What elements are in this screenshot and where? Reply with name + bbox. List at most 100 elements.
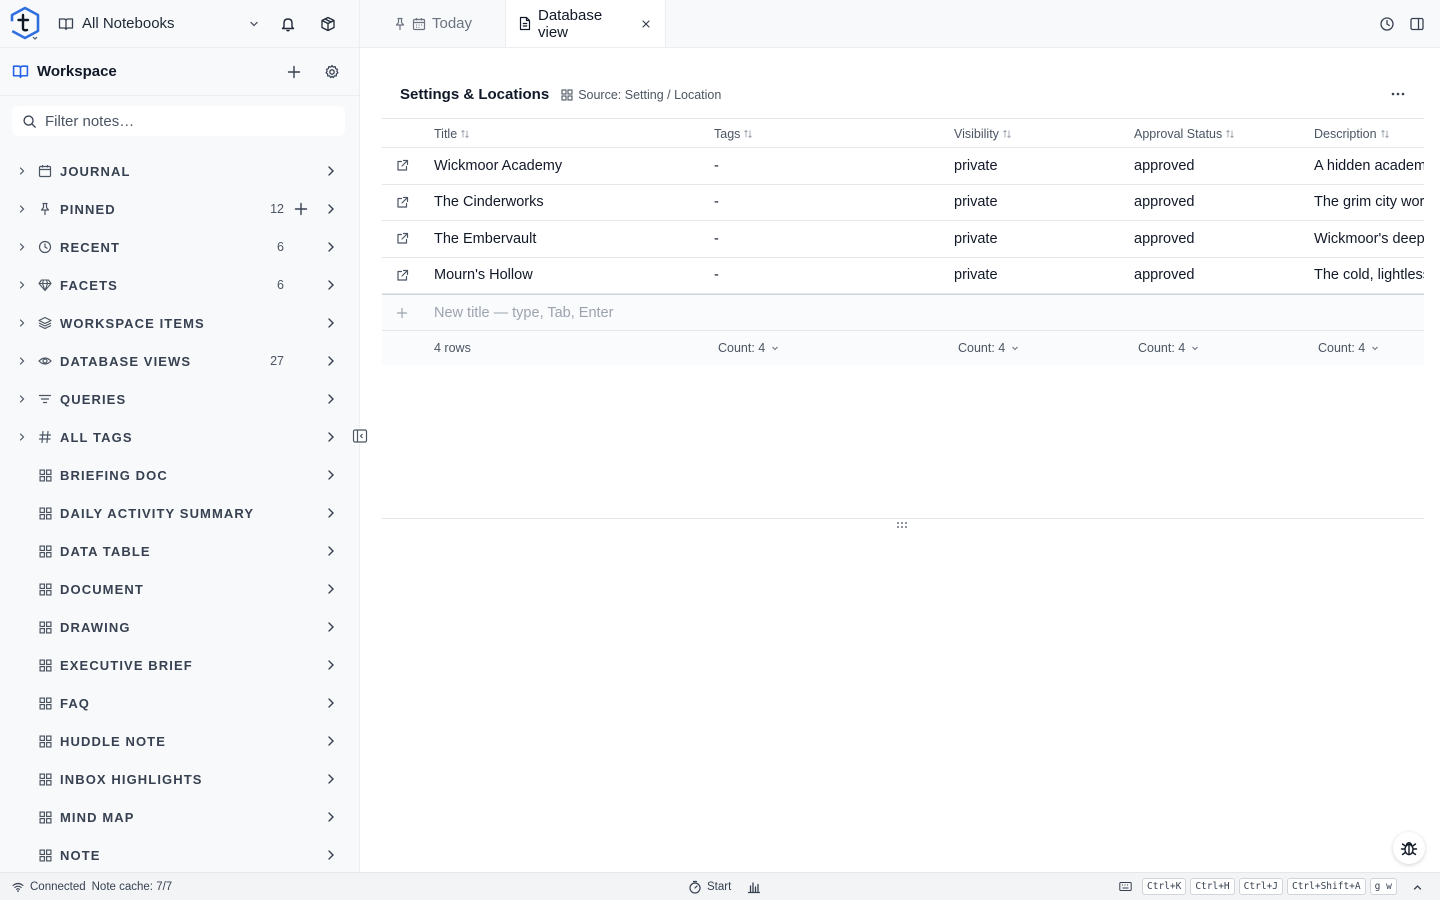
chevron-right-icon[interactable] <box>324 316 338 330</box>
chevron-right-icon[interactable] <box>16 317 28 329</box>
filter-notes-input[interactable] <box>45 112 335 130</box>
new-title-input[interactable] <box>434 305 734 321</box>
sidebar-section-all-tags[interactable]: ALL TAGS <box>0 418 359 456</box>
chevron-right-icon[interactable] <box>16 241 28 253</box>
shortcut-hint[interactable]: Ctrl+Shift+A <box>1286 878 1366 895</box>
chevron-right-icon[interactable] <box>16 393 28 405</box>
bar-chart-icon[interactable] <box>747 880 761 894</box>
chevron-right-icon[interactable] <box>324 240 338 254</box>
chevron-right-icon[interactable] <box>324 620 338 634</box>
chevron-right-icon[interactable] <box>16 165 28 177</box>
close-tab-icon[interactable] <box>641 19 651 29</box>
debug-button[interactable] <box>1393 832 1425 864</box>
packages-button[interactable] <box>308 4 348 44</box>
open-external-icon[interactable] <box>382 269 422 282</box>
cell-title[interactable]: The Embervault <box>434 231 536 247</box>
sidebar-section-database-views[interactable]: DATABASE VIEWS 27 <box>0 342 359 380</box>
chevron-right-icon[interactable] <box>324 544 338 558</box>
status-count-aggregate[interactable]: Count: 4 <box>1138 341 1200 355</box>
add-note-button[interactable] <box>279 57 309 87</box>
cell-title[interactable]: Mourn's Hollow <box>434 267 533 283</box>
sidebar-section-faq[interactable]: FAQ <box>0 684 359 722</box>
chevron-right-icon[interactable] <box>324 392 338 406</box>
chevron-right-icon[interactable] <box>324 468 338 482</box>
sidebar-section-briefing-doc[interactable]: BRIEFING DOC <box>0 456 359 494</box>
chevron-right-icon[interactable] <box>324 430 338 444</box>
chevron-up-icon[interactable] <box>1412 882 1423 893</box>
view-more-button[interactable] <box>1386 84 1410 104</box>
sidebar-section-note[interactable]: NOTE <box>0 836 359 872</box>
cell-tags[interactable]: - <box>714 158 719 174</box>
chevron-right-icon[interactable] <box>324 848 338 862</box>
cell-description[interactable]: The grim city work <box>1314 194 1424 210</box>
sidebar-section-document[interactable]: DOCUMENT <box>0 570 359 608</box>
open-external-icon[interactable] <box>382 159 422 172</box>
chevron-right-icon[interactable] <box>324 696 338 710</box>
cell-visibility[interactable]: private <box>954 267 998 283</box>
cell-visibility[interactable]: private <box>954 158 998 174</box>
app-logo[interactable] <box>0 0 50 48</box>
sidebar-section-daily-activity-summary[interactable]: DAILY ACTIVITY SUMMARY <box>0 494 359 532</box>
cell-visibility[interactable]: private <box>954 231 998 247</box>
visibility-count-aggregate[interactable]: Count: 4 <box>958 341 1020 355</box>
sidebar-section-workspace-items[interactable]: WORKSPACE ITEMS <box>0 304 359 342</box>
chevron-right-icon[interactable] <box>324 582 338 596</box>
keyboard-icon[interactable] <box>1119 881 1132 892</box>
tags-count-aggregate[interactable]: Count: 4 <box>718 341 780 355</box>
collapse-sidebar-button[interactable] <box>352 428 368 444</box>
sidebar-section-data-table[interactable]: DATA TABLE <box>0 532 359 570</box>
cell-tags[interactable]: - <box>714 267 719 283</box>
history-button[interactable] <box>1374 11 1400 37</box>
cell-tags[interactable]: - <box>714 194 719 210</box>
cell-description[interactable]: A hidden academy <box>1314 158 1424 174</box>
toggle-right-panel-button[interactable] <box>1404 11 1430 37</box>
column-header-visibility[interactable]: Visibility <box>954 125 1012 141</box>
tab-today[interactable]: Today <box>360 0 506 47</box>
sidebar-section-huddle-note[interactable]: HUDDLE NOTE <box>0 722 359 760</box>
chevron-right-icon[interactable] <box>324 278 338 292</box>
cell-description[interactable]: The cold, lightless <box>1314 267 1424 283</box>
sidebar-section-mind-map[interactable]: MIND MAP <box>0 798 359 836</box>
sidebar-section-queries[interactable]: QUERIES <box>0 380 359 418</box>
chevron-right-icon[interactable] <box>324 164 338 178</box>
cell-title[interactable]: The Cinderworks <box>434 194 544 210</box>
add-row-icon[interactable] <box>382 307 422 319</box>
cell-title[interactable]: Wickmoor Academy <box>434 158 562 174</box>
shortcut-hint[interactable]: Ctrl+J <box>1238 878 1283 895</box>
tab-database-view[interactable]: Database view <box>506 0 666 47</box>
sidebar-section-drawing[interactable]: DRAWING <box>0 608 359 646</box>
table-row[interactable]: The Embervault - private approved Wickmoor's… <box>382 221 1424 258</box>
shortcut-hint[interactable]: g w <box>1369 878 1397 895</box>
filter-notes-field[interactable] <box>12 106 345 136</box>
cell-visibility[interactable]: private <box>954 194 998 210</box>
workspace-settings-button[interactable] <box>317 57 347 87</box>
cell-status[interactable]: approved <box>1134 158 1194 174</box>
open-external-icon[interactable] <box>382 232 422 245</box>
table-row[interactable]: The Cinderworks - private approved The grim … <box>382 185 1424 221</box>
column-header-tags[interactable]: Tags <box>714 125 753 141</box>
sidebar-section-facets[interactable]: FACETS 6 <box>0 266 359 304</box>
chevron-right-icon[interactable] <box>16 279 28 291</box>
chevron-right-icon[interactable] <box>16 355 28 367</box>
shortcut-hint[interactable]: Ctrl+H <box>1190 878 1235 895</box>
chevron-right-icon[interactable] <box>324 772 338 786</box>
resize-handle[interactable] <box>896 521 908 529</box>
chevron-right-icon[interactable] <box>16 431 28 443</box>
cell-tags[interactable]: - <box>714 231 719 247</box>
cell-status[interactable]: approved <box>1134 194 1194 210</box>
column-header-description[interactable]: Description <box>1314 125 1424 141</box>
chevron-right-icon[interactable] <box>324 354 338 368</box>
column-header-approval-status[interactable]: Approval Status <box>1134 125 1235 141</box>
chevron-right-icon[interactable] <box>324 810 338 824</box>
chevron-right-icon[interactable] <box>324 506 338 520</box>
notifications-button[interactable] <box>268 4 308 44</box>
table-row[interactable]: Mourn's Hollow - private approved The cold, … <box>382 258 1424 294</box>
shortcut-hint[interactable]: Ctrl+K <box>1142 878 1187 895</box>
sidebar-section-inbox-highlights[interactable]: INBOX HIGHLIGHTS <box>0 760 359 798</box>
sidebar-section-executive-brief[interactable]: EXECUTIVE BRIEF <box>0 646 359 684</box>
table-row[interactable]: Wickmoor Academy - private approved A hidden… <box>382 148 1424 185</box>
description-count-aggregate[interactable]: Count: 4 <box>1318 341 1380 355</box>
chevron-right-icon[interactable] <box>324 658 338 672</box>
cell-status[interactable]: approved <box>1134 231 1194 247</box>
start-timer-button[interactable]: Start <box>688 880 731 894</box>
